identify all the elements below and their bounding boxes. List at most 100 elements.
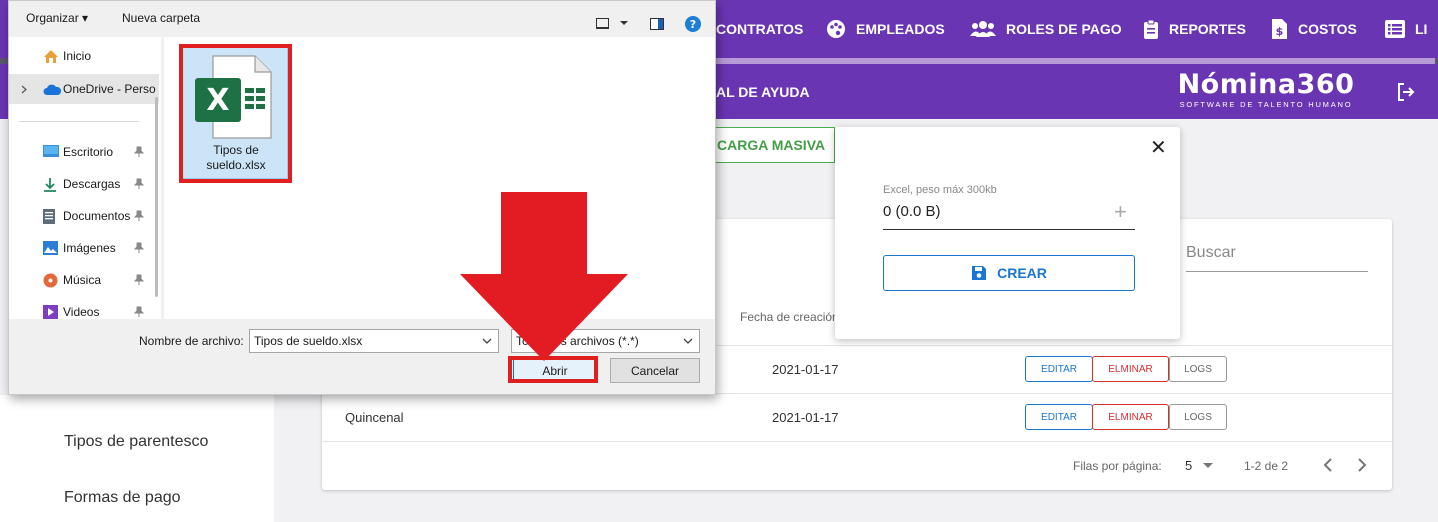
- chevron-down-icon: ▾: [82, 11, 89, 25]
- add-file-icon[interactable]: +: [1114, 199, 1127, 225]
- nav-pane-item-documentos[interactable]: Documentos: [9, 201, 159, 231]
- row-1-delete-button[interactable]: ELMINAR: [1092, 356, 1169, 382]
- users-icon: [970, 21, 996, 37]
- save-icon: [972, 266, 987, 280]
- pagination-range: 1-2 de 2: [1244, 459, 1289, 473]
- image-icon: [43, 241, 58, 255]
- new-folder-button[interactable]: Nueva carpeta: [122, 11, 200, 25]
- nav-pane-item-inicio[interactable]: Inicio: [9, 41, 159, 71]
- row-2-date: 2021-01-17: [772, 410, 839, 425]
- row-2-name: Quincenal: [345, 410, 404, 425]
- file-field-underline: [883, 229, 1135, 230]
- file-field-value[interactable]: 0 (0.0 B): [883, 203, 941, 220]
- nav-reportes[interactable]: REPORTES: [1143, 0, 1246, 58]
- chevron-left-icon[interactable]: [1323, 458, 1333, 472]
- nav-empleados-label: EMPLEADOS: [856, 21, 945, 37]
- nav-li[interactable]: LI: [1385, 0, 1427, 58]
- organize-menu[interactable]: Organizar ▾: [26, 11, 88, 25]
- row-1-logs-button[interactable]: LOGS: [1169, 356, 1227, 382]
- pin-icon[interactable]: [134, 146, 144, 158]
- logout-button[interactable]: [1396, 82, 1416, 107]
- search-input[interactable]: Buscar: [1186, 244, 1236, 262]
- brand-logo: Nómina360 SOFTWARE DE TALENTO HUMANO: [1176, 70, 1356, 110]
- carga-masiva-label: CARGA MASIVA: [717, 137, 826, 153]
- row-1-edit-button[interactable]: EDITAR: [1025, 356, 1093, 382]
- nav-pane-item-musica[interactable]: Música: [9, 265, 159, 295]
- navigation-pane: Inicio OneDrive - Perso Escritorio Desca…: [9, 37, 161, 319]
- music-icon: [43, 273, 58, 288]
- help-icon[interactable]: ?: [685, 16, 701, 32]
- chevron-down-icon[interactable]: [1203, 463, 1213, 469]
- filename-label: Nombre de archivo:: [139, 334, 244, 348]
- organize-label: Organizar: [26, 11, 79, 25]
- pin-icon[interactable]: [134, 274, 144, 286]
- nav-empleados[interactable]: EMPLEADOS: [826, 0, 945, 58]
- nav-pane-label: Inicio: [63, 49, 92, 63]
- document-icon: [43, 209, 55, 224]
- home-icon: [44, 50, 58, 63]
- chevron-right-icon[interactable]: [21, 85, 27, 94]
- help-link-label: AL DE AYUDA: [716, 83, 810, 100]
- cloud-icon: [43, 84, 61, 95]
- row-2-delete-button[interactable]: ELMINAR: [1092, 404, 1169, 430]
- rows-per-page-select[interactable]: 5: [1185, 458, 1192, 473]
- carga-masiva-button[interactable]: CARGA MASIVA: [700, 127, 835, 163]
- pin-icon[interactable]: [134, 242, 144, 254]
- nav-pane-label: Escritorio: [63, 145, 114, 159]
- logout-icon: [1398, 83, 1415, 101]
- nav-pane-separator: [19, 121, 139, 122]
- chevron-down-icon[interactable]: [683, 336, 693, 346]
- nav-pane-item-descargas[interactable]: Descargas: [9, 169, 159, 199]
- nav-costos-label: COSTOS: [1298, 21, 1357, 37]
- svg-text:?: ?: [690, 18, 696, 31]
- nav-pane-scrollbar[interactable]: [155, 97, 158, 297]
- clipboard-icon: [1144, 19, 1158, 39]
- row-2-edit-button[interactable]: EDITAR: [1025, 404, 1093, 430]
- row-2-logs-button[interactable]: LOGS: [1169, 404, 1227, 430]
- menu-item-formas-de-pago[interactable]: Formas de pago: [64, 489, 181, 507]
- nav-pane-label: Videos: [63, 305, 100, 319]
- annotation-highlight-open-button: [508, 356, 598, 383]
- upload-popup: ✕ Excel, peso máx 300kb 0 (0.0 B) + CREA…: [835, 127, 1180, 339]
- crear-label: CREAR: [997, 265, 1047, 281]
- crear-button[interactable]: CREAR: [883, 255, 1135, 291]
- nav-pane-label: Imágenes: [63, 241, 116, 255]
- annotation-highlight-file: [179, 44, 292, 183]
- pin-icon[interactable]: [134, 178, 144, 190]
- chevron-down-icon[interactable]: [620, 21, 628, 26]
- nav-pane-item-imagenes[interactable]: Imágenes: [9, 233, 159, 263]
- brand-tagline: SOFTWARE DE TALENTO HUMANO: [1179, 100, 1353, 109]
- pin-icon[interactable]: [134, 210, 144, 222]
- nav-contratos[interactable]: CONTRATOS: [716, 0, 803, 58]
- video-icon: [43, 305, 58, 319]
- nav-contratos-label: CONTRATOS: [716, 21, 804, 37]
- nav-costos[interactable]: $ COSTOS: [1271, 0, 1357, 58]
- column-header-fecha-de-creacion[interactable]: Fecha de creación: [740, 310, 839, 324]
- chevron-right-icon[interactable]: [1357, 458, 1367, 472]
- close-icon[interactable]: ✕: [1150, 135, 1167, 160]
- menu-item-tipos-de-parentesco[interactable]: Tipos de parentesco: [64, 433, 208, 451]
- dialog-toolbar: Organizar ▾ Nueva carpeta ?: [9, 1, 715, 37]
- file-dollar-icon: $: [1272, 19, 1287, 39]
- pin-icon[interactable]: [134, 306, 144, 318]
- nav-pane-item-escritorio[interactable]: Escritorio: [9, 137, 159, 167]
- filename-value: Tipos de sueldo.xlsx: [254, 334, 363, 348]
- nav-reportes-label: REPORTES: [1169, 21, 1247, 37]
- svg-text:$: $: [1276, 25, 1284, 38]
- rows-per-page-label: Filas por página:: [1073, 459, 1162, 473]
- nav-pane-label: OneDrive - Perso: [63, 82, 156, 96]
- download-icon: [44, 178, 56, 192]
- preview-pane-icon[interactable]: [650, 18, 664, 30]
- help-link[interactable]: AL DE AYUDA: [716, 64, 810, 119]
- row-1-date: 2021-01-17: [772, 362, 839, 377]
- view-mode-icon[interactable]: [596, 18, 609, 30]
- nav-roles-de-pago[interactable]: ROLES DE PAGO: [970, 0, 1122, 58]
- row-divider: [322, 441, 1392, 442]
- nav-li-label: LI: [1415, 21, 1428, 37]
- nav-pane-item-onedrive[interactable]: OneDrive - Perso: [9, 74, 159, 104]
- nav-roles-de-pago-label: ROLES DE PAGO: [1006, 21, 1122, 37]
- nav-pane-label: Documentos: [63, 209, 131, 223]
- nav-pane-item-videos[interactable]: Videos: [9, 297, 159, 327]
- palette-icon: [827, 20, 845, 38]
- brand-name: Nómina360: [1177, 69, 1355, 100]
